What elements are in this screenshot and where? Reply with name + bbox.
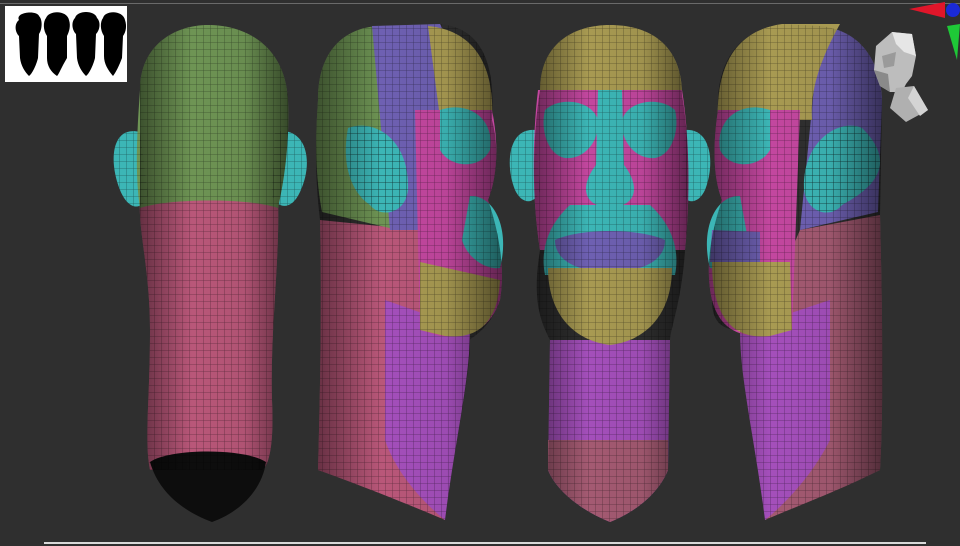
- head-mesh-views: [113, 24, 883, 522]
- orientation-head-icon[interactable]: [866, 26, 930, 126]
- silhouette-back: [15, 12, 42, 76]
- head-side-left-view[interactable]: [706, 24, 883, 520]
- x-axis-arrow: [909, 2, 945, 18]
- viewport-bottom-border: [44, 542, 926, 544]
- z-axis-dot: [946, 3, 960, 17]
- silhouette-side-right: [43, 12, 70, 76]
- 3d-viewport[interactable]: [0, 0, 960, 546]
- y-axis-arrow: [947, 24, 960, 60]
- silhouette-side-left: [100, 12, 127, 76]
- silhouette-thumbnail[interactable]: [5, 6, 127, 82]
- silhouette-front: [72, 12, 100, 76]
- head-back-view[interactable]: [113, 25, 307, 522]
- head-side-right-view[interactable]: [316, 24, 504, 520]
- head-front-view[interactable]: [509, 25, 711, 522]
